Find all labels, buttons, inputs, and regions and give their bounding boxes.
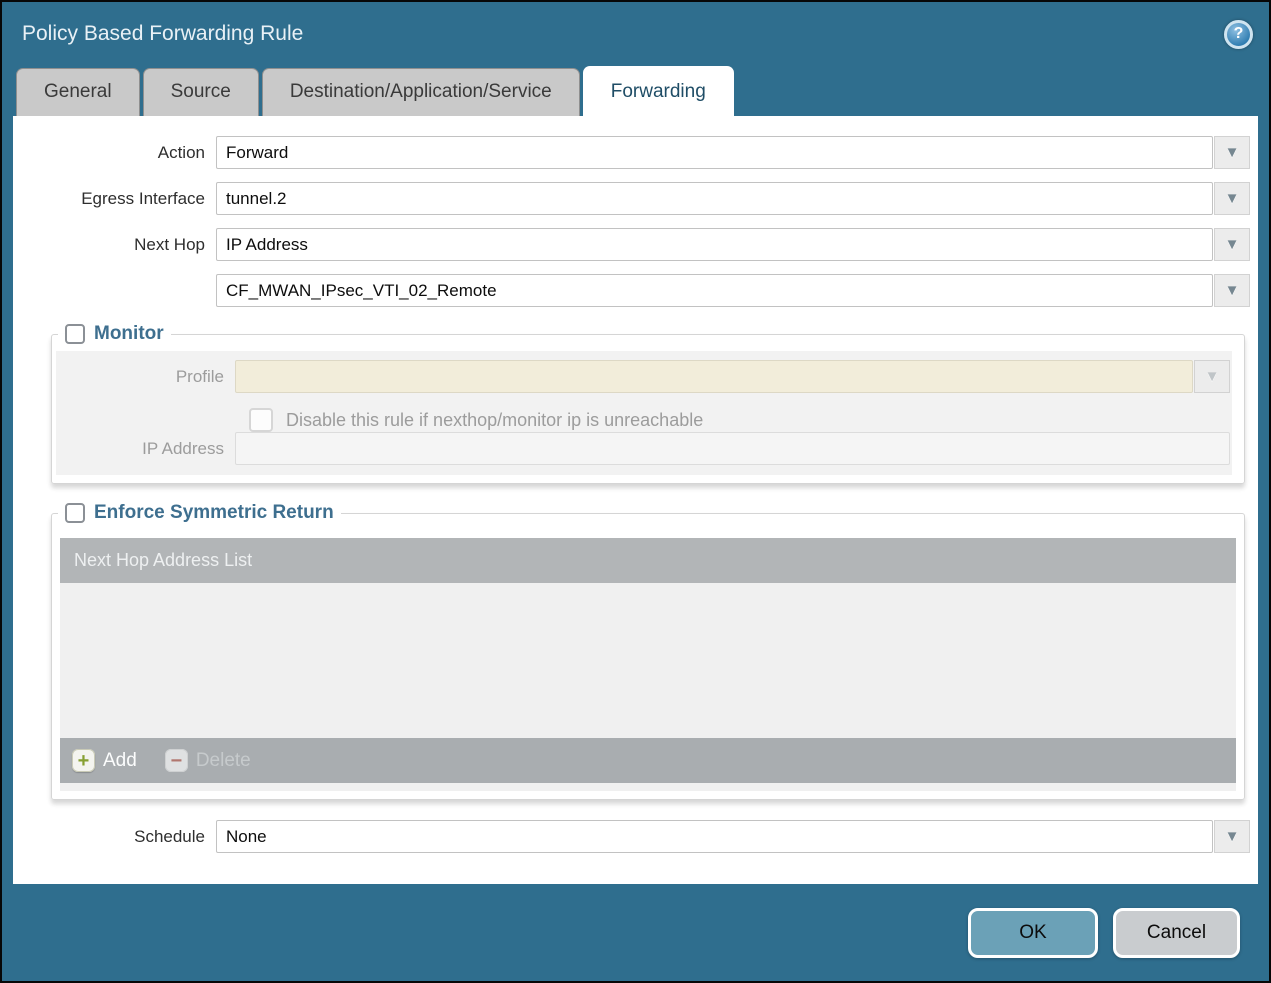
action-select[interactable]: Forward: [216, 136, 1213, 169]
next-hop-address-list-body[interactable]: [60, 583, 1236, 738]
monitor-profile-dropdown-button: ▼: [1194, 360, 1230, 393]
egress-interface-select[interactable]: tunnel.2: [216, 182, 1213, 215]
tab-general[interactable]: General: [16, 68, 140, 116]
monitor-ip-address-input: [235, 432, 1230, 465]
tab-source[interactable]: Source: [143, 68, 259, 116]
disable-rule-label: Disable this rule if nexthop/monitor ip …: [286, 410, 703, 431]
next-hop-address-list-toolbar: + Add − Delete: [60, 738, 1236, 783]
cancel-button[interactable]: Cancel: [1113, 908, 1240, 958]
tab-forwarding[interactable]: Forwarding: [583, 66, 734, 116]
delete-button-label: Delete: [196, 750, 251, 772]
table-bottom-strip: [60, 783, 1236, 791]
schedule-row: Schedule None ▼: [13, 820, 1250, 853]
monitor-section: Monitor Profile ▼ Disable this rule if n…: [51, 323, 1245, 484]
dialog-footer: OK Cancel: [2, 884, 1269, 981]
tab-destination-application-service[interactable]: Destination/Application/Service: [262, 68, 580, 116]
chevron-down-icon: ▼: [1225, 828, 1240, 845]
chevron-down-icon: ▼: [1225, 236, 1240, 253]
help-icon[interactable]: ?: [1224, 20, 1253, 49]
action-row: Action Forward ▼: [13, 136, 1250, 169]
monitor-legend: Monitor: [58, 323, 171, 345]
monitor-profile-select: [235, 360, 1193, 393]
chevron-down-icon: ▼: [1225, 144, 1240, 161]
schedule-label: Schedule: [13, 827, 216, 847]
enforce-symmetric-return-section: Enforce Symmetric Return Next Hop Addres…: [51, 502, 1245, 800]
add-button[interactable]: + Add: [72, 749, 137, 772]
profile-row: Profile ▼: [56, 360, 1230, 393]
title-bar: Policy Based Forwarding Rule ?: [2, 2, 1269, 66]
profile-label: Profile: [56, 367, 235, 387]
next-hop-type-select[interactable]: IP Address: [216, 228, 1213, 261]
monitor-legend-label: Monitor: [94, 323, 164, 345]
add-button-label: Add: [103, 750, 137, 772]
policy-based-forwarding-dialog: Policy Based Forwarding Rule ? General S…: [0, 0, 1271, 983]
action-dropdown-button[interactable]: ▼: [1214, 136, 1250, 169]
plus-icon: +: [72, 749, 95, 772]
next-hop-label: Next Hop: [13, 235, 216, 255]
action-label: Action: [13, 143, 216, 163]
egress-interface-dropdown-button[interactable]: ▼: [1214, 182, 1250, 215]
schedule-select[interactable]: None: [216, 820, 1213, 853]
forwarding-tab-panel: Action Forward ▼ Egress Interface tunnel…: [13, 116, 1258, 884]
enforce-symmetric-return-legend: Enforce Symmetric Return: [58, 502, 341, 524]
chevron-down-icon: ▼: [1225, 190, 1240, 207]
minus-icon: −: [165, 749, 188, 772]
monitor-checkbox[interactable]: [65, 324, 85, 344]
chevron-down-icon: ▼: [1205, 368, 1220, 385]
egress-interface-row: Egress Interface tunnel.2 ▼: [13, 182, 1250, 215]
chevron-down-icon: ▼: [1225, 282, 1240, 299]
disable-rule-checkbox: [249, 408, 273, 432]
tab-strip: General Source Destination/Application/S…: [2, 66, 1269, 116]
schedule-dropdown-button[interactable]: ▼: [1214, 820, 1250, 853]
enforce-symmetric-return-legend-label: Enforce Symmetric Return: [94, 502, 334, 524]
enforce-symmetric-return-checkbox[interactable]: [65, 503, 85, 523]
next-hop-address-dropdown-button[interactable]: ▼: [1214, 274, 1250, 307]
next-hop-address-select[interactable]: CF_MWAN_IPsec_VTI_02_Remote: [216, 274, 1213, 307]
next-hop-address-list-table: Next Hop Address List + Add − Delete: [60, 538, 1236, 791]
next-hop-type-dropdown-button[interactable]: ▼: [1214, 228, 1250, 261]
egress-interface-label: Egress Interface: [13, 189, 216, 209]
delete-button: − Delete: [165, 749, 251, 772]
monitor-ip-address-row: IP Address: [56, 432, 1230, 465]
monitor-panel: Profile ▼ Disable this rule if nexthop/m…: [56, 351, 1232, 475]
dialog-title: Policy Based Forwarding Rule: [22, 22, 303, 46]
disable-rule-row: Disable this rule if nexthop/monitor ip …: [249, 408, 1230, 432]
ok-button[interactable]: OK: [968, 908, 1098, 958]
next-hop-address-list-header: Next Hop Address List: [60, 538, 1236, 583]
next-hop-row: Next Hop IP Address ▼: [13, 228, 1250, 261]
next-hop-address-row: CF_MWAN_IPsec_VTI_02_Remote ▼: [13, 274, 1250, 307]
monitor-ip-address-label: IP Address: [56, 439, 235, 459]
